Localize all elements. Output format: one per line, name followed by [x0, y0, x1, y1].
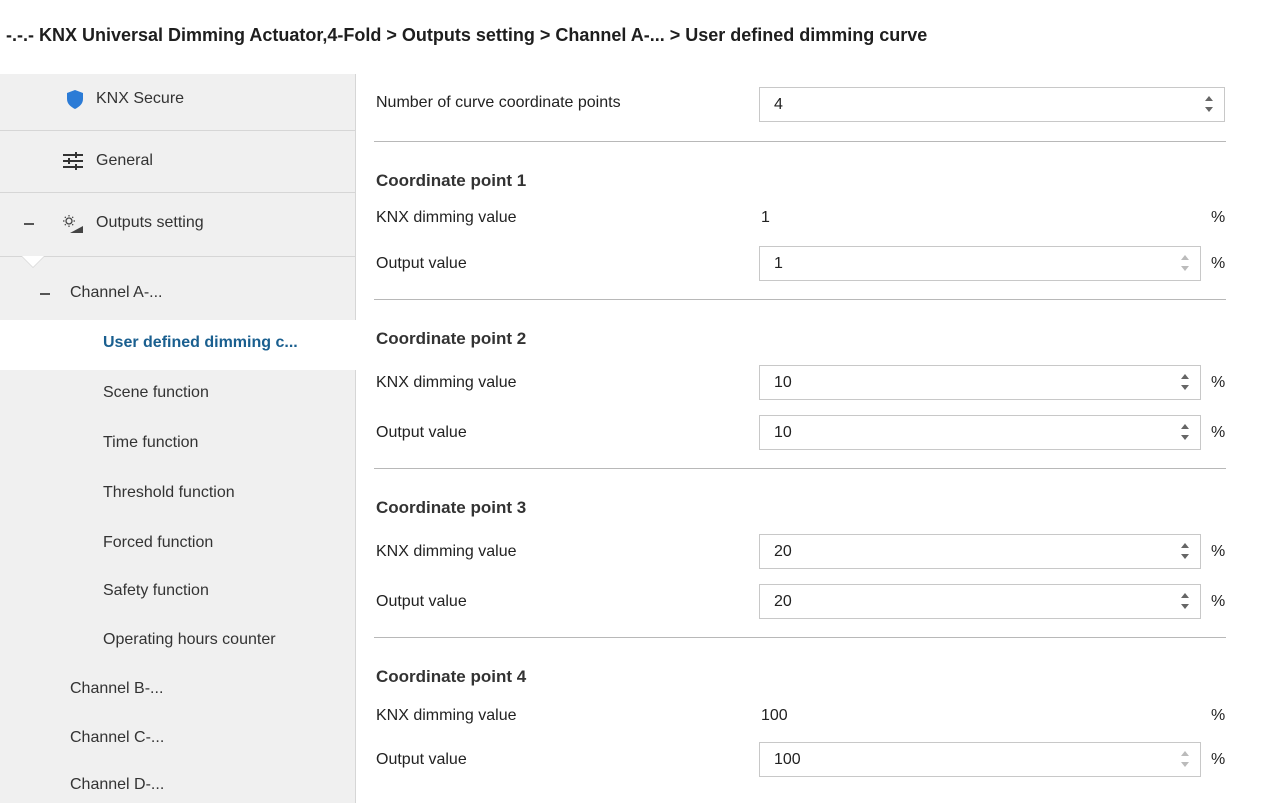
divider — [374, 637, 1226, 638]
unit-label: % — [1211, 543, 1226, 560]
knx-dimming-label: KNX dimming value — [376, 209, 517, 226]
sidebar-item-channel-d[interactable]: Channel D-... — [0, 762, 356, 803]
sidebar-item-forced-function[interactable]: Forced function — [0, 520, 356, 570]
sidebar-item-label: Operating hours counter — [103, 631, 276, 648]
knx-dimming-value-readonly: 100 — [761, 707, 788, 724]
unit-label: % — [1211, 374, 1226, 391]
spin-arrows-icon[interactable] — [1180, 372, 1190, 394]
spin-arrows-icon[interactable] — [1180, 591, 1190, 613]
sidebar-item-label: Channel B-... — [70, 680, 164, 697]
output-value-label: Output value — [376, 424, 467, 441]
section-title-point-4: Coordinate point 4 — [376, 667, 527, 686]
spin-arrows-icon[interactable] — [1180, 253, 1190, 275]
num-points-label: Number of curve coordinate points — [376, 94, 621, 111]
divider — [374, 468, 1226, 469]
knx-dimming-value-readonly: 1 — [761, 209, 770, 226]
unit-label: % — [1211, 424, 1226, 441]
divider — [0, 130, 356, 131]
collapse-icon[interactable] — [40, 293, 50, 295]
output-value-stepper[interactable]: 1 — [759, 246, 1201, 281]
output-value-stepper[interactable]: 20 — [759, 584, 1201, 619]
output-value-label: Output value — [376, 593, 467, 610]
sidebar-item-label: Channel D-... — [70, 776, 165, 793]
section-title-point-2: Coordinate point 2 — [376, 329, 527, 348]
knx-dimming-value: 10 — [774, 374, 792, 391]
sidebar-item-scene-function[interactable]: Scene function — [0, 370, 356, 420]
output-value-stepper[interactable]: 10 — [759, 415, 1201, 450]
unit-label: % — [1211, 209, 1226, 226]
sidebar-item-channel-a[interactable]: Channel A-... — [0, 270, 356, 320]
sidebar-item-label: Outputs setting — [96, 214, 204, 231]
knx-dimming-label: KNX dimming value — [376, 374, 517, 391]
sidebar-item-channel-c[interactable]: Channel C-... — [0, 715, 356, 765]
spin-arrows-icon[interactable] — [1204, 94, 1214, 116]
divider — [374, 299, 1226, 300]
unit-label: % — [1211, 593, 1226, 610]
collapse-icon[interactable] — [24, 223, 34, 225]
section-title-point-3: Coordinate point 3 — [376, 498, 527, 517]
sidebar-item-user-defined-dimming-curve[interactable]: User defined dimming c... — [0, 320, 356, 370]
sidebar-item-label: Forced function — [103, 534, 214, 551]
knx-dimming-stepper[interactable]: 20 — [759, 534, 1201, 569]
num-points-value: 4 — [774, 96, 783, 113]
sidebar-item-label: Channel A-... — [70, 284, 163, 301]
shield-icon — [67, 90, 83, 109]
knx-dimming-stepper[interactable]: 10 — [759, 365, 1201, 400]
unit-label: % — [1211, 751, 1226, 768]
parameter-panel: Number of curve coordinate points 4 Coor… — [357, 74, 1285, 803]
breadcrumb: -.-.- KNX Universal Dimming Actuator,4-F… — [6, 25, 928, 45]
knx-dimming-value: 20 — [774, 543, 792, 560]
divider — [0, 256, 356, 257]
output-value-label: Output value — [376, 751, 467, 768]
sidebar-item-label: Safety function — [103, 582, 209, 599]
sidebar: KNX Secure General Outputs setting Chann… — [0, 74, 356, 803]
output-value-value: 20 — [774, 593, 792, 610]
sidebar-item-channel-b[interactable]: Channel B-... — [0, 666, 356, 716]
sidebar-item-general[interactable]: General — [0, 138, 356, 188]
outputs-icon — [63, 215, 83, 233]
sidebar-item-knx-secure[interactable]: KNX Secure — [0, 76, 356, 126]
header-bar: -.-.- KNX Universal Dimming Actuator,4-F… — [0, 0, 1285, 74]
sidebar-item-label: Channel C-... — [70, 729, 165, 746]
divider — [0, 192, 356, 193]
unit-label: % — [1211, 707, 1226, 724]
sidebar-item-outputs-setting[interactable]: Outputs setting — [0, 200, 356, 250]
spin-arrows-icon[interactable] — [1180, 422, 1190, 444]
sidebar-item-label: User defined dimming c... — [103, 334, 298, 351]
sidebar-item-label: Time function — [103, 434, 199, 451]
sidebar-item-label: General — [96, 152, 153, 169]
output-value-value: 10 — [774, 424, 792, 441]
num-points-stepper[interactable]: 4 — [759, 87, 1225, 122]
output-value-value: 1 — [774, 255, 783, 272]
output-value-label: Output value — [376, 255, 467, 272]
output-value-stepper[interactable]: 100 — [759, 742, 1201, 777]
knx-dimming-label: KNX dimming value — [376, 707, 517, 724]
sidebar-item-label: Threshold function — [103, 484, 235, 501]
sliders-icon — [63, 152, 83, 170]
spin-arrows-icon[interactable] — [1180, 749, 1190, 771]
divider — [374, 141, 1226, 142]
sidebar-item-label: KNX Secure — [96, 90, 185, 107]
unit-label: % — [1211, 255, 1226, 272]
sidebar-item-operating-hours-counter[interactable]: Operating hours counter — [0, 617, 356, 667]
spin-arrows-icon[interactable] — [1180, 541, 1190, 563]
sidebar-item-threshold-function[interactable]: Threshold function — [0, 470, 356, 520]
output-value-value: 100 — [774, 751, 801, 768]
knx-dimming-label: KNX dimming value — [376, 543, 517, 560]
sidebar-item-label: Scene function — [103, 384, 209, 401]
sidebar-item-safety-function[interactable]: Safety function — [0, 568, 356, 618]
section-title-point-1: Coordinate point 1 — [376, 171, 527, 190]
selection-notch — [22, 256, 44, 267]
sidebar-item-time-function[interactable]: Time function — [0, 420, 356, 470]
